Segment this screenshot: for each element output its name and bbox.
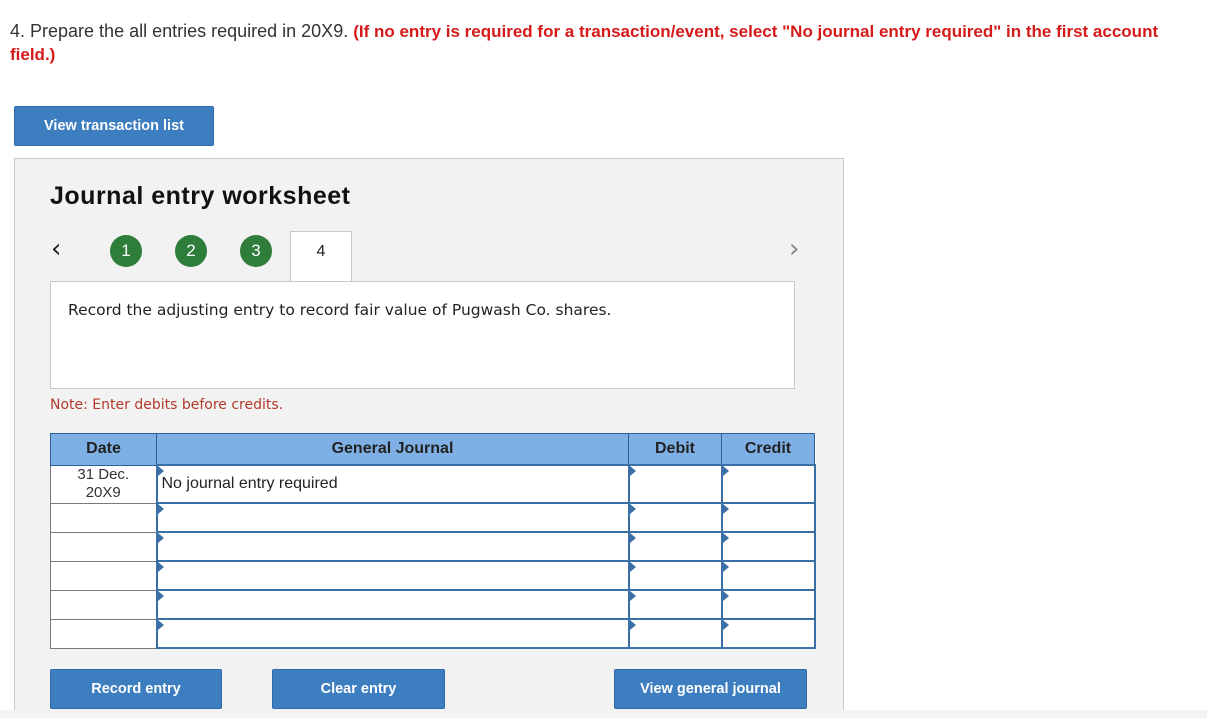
table-row <box>50 560 816 591</box>
debit-field[interactable] <box>627 560 723 591</box>
date-cell[interactable] <box>50 589 157 620</box>
dropdown-marker-icon <box>722 466 729 476</box>
step-4-tab[interactable]: 4 <box>290 231 352 281</box>
credit-field[interactable] <box>720 464 816 504</box>
chevron-right-icon[interactable]: › <box>789 236 799 262</box>
dropdown-marker-icon <box>157 591 164 601</box>
dropdown-marker-icon <box>157 533 164 543</box>
dropdown-marker-icon <box>722 562 729 572</box>
dropdown-marker-icon <box>157 620 164 630</box>
dropdown-marker-icon <box>722 620 729 630</box>
step-2-button[interactable]: 2 <box>175 235 207 267</box>
dropdown-marker-icon <box>629 533 636 543</box>
account-field[interactable]: No journal entry required <box>155 464 630 504</box>
question-text: 4. Prepare the all entries required in 2… <box>10 20 1190 66</box>
dropdown-marker-icon <box>157 504 164 514</box>
debit-field[interactable] <box>627 531 723 562</box>
date-text: 31 Dec. 20X9 <box>77 466 130 501</box>
table-row <box>50 618 816 649</box>
column-header-debit: Debit <box>628 433 722 466</box>
entry-description-box: Record the adjusting entry to record fai… <box>50 281 795 389</box>
date-cell[interactable] <box>50 502 157 533</box>
credit-field[interactable] <box>720 502 816 533</box>
journal-table: Date General Journal Debit Credit 31 Dec… <box>50 433 816 649</box>
clear-entry-button[interactable]: Clear entry <box>272 669 445 709</box>
credit-field[interactable] <box>720 618 816 649</box>
account-field[interactable] <box>155 531 630 562</box>
account-value: No journal entry required <box>161 475 338 492</box>
account-field[interactable] <box>155 560 630 591</box>
step-3-button[interactable]: 3 <box>240 235 272 267</box>
debit-field[interactable] <box>627 464 723 504</box>
dropdown-marker-icon <box>722 533 729 543</box>
date-cell[interactable] <box>50 560 157 591</box>
debit-field[interactable] <box>627 618 723 649</box>
credit-field[interactable] <box>720 560 816 591</box>
column-header-date: Date <box>50 433 157 466</box>
dropdown-marker-icon <box>722 591 729 601</box>
column-header-credit: Credit <box>721 433 815 466</box>
note-text: Note: Enter debits before credits. <box>50 397 284 413</box>
column-header-general-journal: General Journal <box>156 433 629 466</box>
worksheet-title: Journal entry worksheet <box>50 182 351 210</box>
table-row: 31 Dec. 20X9 No journal entry required <box>50 464 816 504</box>
record-entry-button[interactable]: Record entry <box>50 669 222 709</box>
date-cell[interactable] <box>50 531 157 562</box>
credit-field[interactable] <box>720 531 816 562</box>
chevron-left-icon[interactable]: ‹ <box>51 236 61 262</box>
table-row <box>50 502 816 533</box>
table-row <box>50 531 816 562</box>
dropdown-marker-icon <box>629 591 636 601</box>
journal-entry-worksheet-panel: Journal entry worksheet ‹ 1 2 3 4 › Reco… <box>14 158 844 718</box>
debit-field[interactable] <box>627 502 723 533</box>
step-1-button[interactable]: 1 <box>110 235 142 267</box>
dropdown-marker-icon <box>629 504 636 514</box>
date-cell: 31 Dec. 20X9 <box>50 464 157 504</box>
dropdown-marker-icon <box>629 562 636 572</box>
view-transaction-list-button[interactable]: View transaction list <box>14 106 214 146</box>
dropdown-marker-icon <box>629 620 636 630</box>
table-row <box>50 589 816 620</box>
dropdown-marker-icon <box>629 466 636 476</box>
date-cell[interactable] <box>50 618 157 649</box>
question-prefix: 4. Prepare the all entries required in 2… <box>10 21 354 41</box>
dropdown-marker-icon <box>722 504 729 514</box>
credit-field[interactable] <box>720 589 816 620</box>
view-general-journal-button[interactable]: View general journal <box>614 669 807 709</box>
debit-field[interactable] <box>627 589 723 620</box>
account-field[interactable] <box>155 618 630 649</box>
account-field[interactable] <box>155 589 630 620</box>
dropdown-marker-icon <box>157 562 164 572</box>
page-bottom-strip <box>0 710 1207 718</box>
entry-description: Record the adjusting entry to record fai… <box>68 301 612 319</box>
account-field[interactable] <box>155 502 630 533</box>
